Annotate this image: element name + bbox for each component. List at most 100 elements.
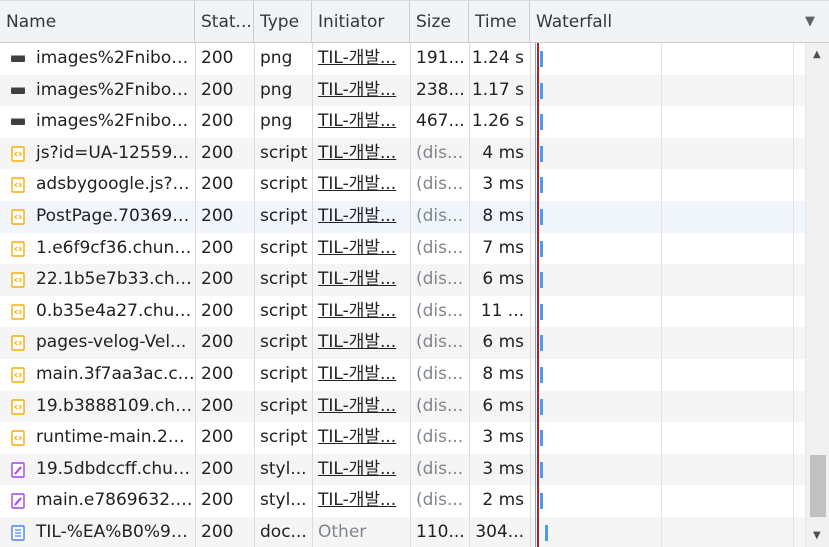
initiator-link[interactable]: TIL-개발... [318,80,396,100]
waterfall-bar[interactable] [540,272,543,289]
waterfall-bar[interactable] [540,493,543,510]
request-name[interactable]: adsbygoogle.js?c... [0,169,195,201]
request-row[interactable]: pages-velog-Vel... 200 script TIL-개발... (dis… [0,327,829,359]
initiator-link[interactable]: TIL-개발... [318,301,396,321]
waterfall-bar[interactable] [540,398,543,415]
waterfall-bar[interactable] [540,145,543,162]
initiator-link[interactable]: TIL-개발... [318,174,396,194]
request-size: 110... [416,522,465,542]
request-initiator[interactable]: TIL-개발... [312,233,410,265]
request-size: (dis... [416,458,464,479]
request-row[interactable]: 0.b35e4a27.chun... 200 script TIL-개발... (dis… [0,295,829,328]
initiator-link[interactable]: TIL-개발... [318,206,396,226]
waterfall-bar[interactable] [540,209,543,225]
request-time: 6 ms [482,332,524,353]
initiator-link[interactable]: TIL-개발... [318,269,396,289]
request-name[interactable]: main.3f7aa3ac.ch... [0,359,195,391]
column-header-type[interactable]: Type [254,1,312,43]
scroll-down-icon[interactable]: ▼ [813,530,821,541]
request-initiator[interactable]: TIL-개발... [312,454,410,486]
request-row[interactable]: 19.5dbdccff.chun... 200 styl... TIL-개발... (d… [0,453,829,486]
waterfall-bar[interactable] [540,82,543,99]
request-name[interactable]: js?id=UA-125599... [0,138,195,170]
request-time: 8 ms [482,206,524,226]
request-initiator[interactable]: TIL-개발... [312,391,410,423]
request-row[interactable]: images%2Fniboo... 200 png TIL-개발... 238... 1.… [0,74,829,107]
request-initiator[interactable]: TIL-개발... [312,422,410,454]
request-row[interactable]: TIL-%EA%B0%9C... 200 doc... Other 110... 304.… [0,517,829,547]
request-initiator[interactable]: TIL-개발... [312,43,410,75]
scroll-up-icon[interactable]: ▲ [813,49,821,60]
request-name[interactable]: 1.e6f9cf36.chunk.js [0,233,195,265]
request-row[interactable]: images%2Fniboo... 200 png TIL-개발... 191... 1.… [0,43,829,75]
request-row[interactable]: 19.b3888109.chu... 200 script TIL-개발... (dis… [0,390,829,423]
request-name[interactable]: PostPage.70369b... [0,201,195,233]
request-row[interactable]: main.3f7aa3ac.ch... 200 script TIL-개발... (di… [0,359,829,391]
request-size: (dis... [416,206,464,226]
scrollbar-thumb[interactable] [810,455,826,517]
load-event-line [537,43,539,547]
request-name[interactable]: images%2Fniboo... [0,75,195,107]
column-header-status[interactable]: Stat... [195,1,254,43]
initiator-link[interactable]: TIL-개발... [318,459,396,479]
request-name[interactable]: images%2Fniboo... [0,106,195,138]
waterfall-bar[interactable] [540,430,543,447]
request-name[interactable]: runtime-main.2df... [0,422,195,454]
request-name[interactable]: pages-velog-Vel... [0,327,195,359]
initiator-link: Other [318,522,367,542]
request-status: 200 [201,142,234,163]
sort-arrow-icon[interactable]: ▼ [805,1,815,43]
initiator-link[interactable]: TIL-개발... [318,48,396,68]
request-initiator[interactable]: TIL-개발... [312,201,410,233]
request-initiator[interactable]: TIL-개발... [312,359,410,391]
request-name[interactable]: 0.b35e4a27.chun... [0,296,195,328]
request-name[interactable]: 19.b3888109.chu... [0,391,195,423]
request-name[interactable]: 22.1b5e7b33.chun... [0,264,195,296]
waterfall-bar[interactable] [540,461,543,478]
column-header-waterfall[interactable]: Waterfall [530,1,829,43]
initiator-link[interactable]: TIL-개발... [318,332,396,352]
request-row[interactable]: adsbygoogle.js?c... 200 script TIL-개발... (di… [0,169,829,201]
request-initiator[interactable]: TIL-개발... [312,75,410,107]
column-header-initiator[interactable]: Initiator [312,1,410,43]
vertical-scrollbar[interactable]: ▲ ▼ [805,43,829,547]
request-name[interactable]: images%2Fniboo... [0,43,195,75]
request-name[interactable]: main.e7869632.c... [0,485,195,517]
waterfall-bar[interactable] [540,114,543,131]
request-initiator[interactable]: TIL-개발... [312,106,410,138]
waterfall-bar[interactable] [540,240,543,257]
request-initiator[interactable]: TIL-개발... [312,296,410,328]
column-header-name[interactable]: Name [0,1,195,43]
waterfall-bar[interactable] [540,367,543,383]
waterfall-bar[interactable] [540,177,543,194]
request-row[interactable]: 1.e6f9cf36.chunk.js 200 script TIL-개발... (di… [0,232,829,265]
initiator-link[interactable]: TIL-개발... [318,490,396,510]
request-name[interactable]: 19.5dbdccff.chun... [0,454,195,486]
request-name[interactable]: TIL-%EA%B0%9C... [0,517,195,547]
request-initiator[interactable]: TIL-개발... [312,327,410,359]
initiator-link[interactable]: TIL-개발... [318,111,396,131]
initiator-link[interactable]: TIL-개발... [318,143,396,163]
waterfall-bar[interactable] [545,525,548,541]
waterfall-bar[interactable] [540,51,543,67]
request-initiator[interactable]: TIL-개발... [312,485,410,517]
request-type: script [260,206,308,226]
waterfall-bar[interactable] [540,303,543,320]
request-initiator[interactable]: TIL-개발... [312,138,410,170]
initiator-link[interactable]: TIL-개발... [318,427,396,447]
request-initiator[interactable]: TIL-개발... [312,264,410,296]
column-header-time[interactable]: Time [469,1,530,43]
request-row[interactable]: images%2Fniboo... 200 png TIL-개발... 467... 1.… [0,106,829,138]
column-header-size[interactable]: Size [410,1,469,43]
initiator-link[interactable]: TIL-개발... [318,396,396,416]
request-row[interactable]: 22.1b5e7b33.chun... 200 script TIL-개발... (di… [0,264,829,296]
initiator-link[interactable]: TIL-개발... [318,238,396,258]
request-row[interactable]: PostPage.70369b... 200 script TIL-개발... (dis… [0,201,829,233]
request-row[interactable]: main.e7869632.c... 200 styl... TIL-개발... (di… [0,485,829,517]
request-initiator[interactable]: TIL-개발... [312,169,410,201]
initiator-link[interactable]: TIL-개발... [318,364,396,384]
request-row[interactable]: runtime-main.2df... 200 script TIL-개발... (di… [0,422,829,454]
request-type: script [260,427,308,448]
request-row[interactable]: js?id=UA-125599... 200 script TIL-개발... (dis… [0,137,829,170]
waterfall-bar[interactable] [540,335,543,352]
